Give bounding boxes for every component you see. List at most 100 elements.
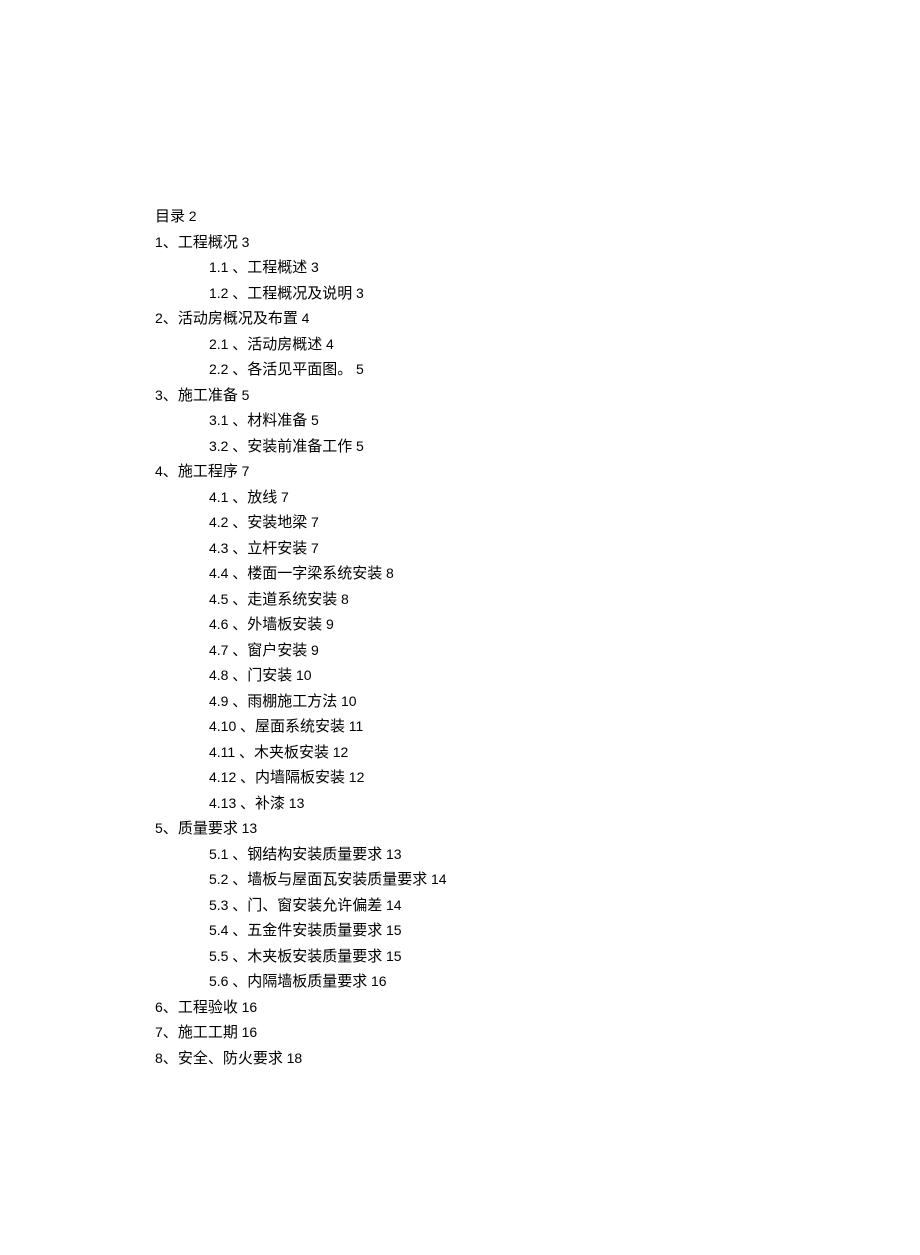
toc-subsection-number: 4.7 — [209, 642, 228, 658]
toc-page-number: 5 — [356, 361, 364, 377]
toc-page-number: 13 — [289, 795, 305, 811]
toc-line: 4.4 、楼面一字梁系统安装 8 — [155, 562, 920, 588]
toc-line: 3.1 、材料准备 5 — [155, 409, 920, 435]
toc-subsection-title: 安装地梁 — [247, 515, 307, 531]
toc-section-number: 2 — [155, 310, 163, 326]
toc-subsection-title: 走道系统安装 — [247, 592, 337, 608]
toc-page-number: 13 — [386, 846, 402, 862]
toc-line: 4.6 、外墙板安装 9 — [155, 613, 920, 639]
toc-line: 4.3 、立杆安装 7 — [155, 537, 920, 563]
toc-section-number: 8 — [155, 1050, 163, 1066]
toc-separator: 、 — [228, 872, 247, 888]
toc-section-number: 5 — [155, 820, 163, 836]
toc-line: 目录 2 — [155, 205, 920, 231]
toc-line: 4.5 、走道系统安装 8 — [155, 588, 920, 614]
toc-separator: 、 — [163, 821, 178, 837]
toc-separator: 、 — [163, 464, 178, 480]
toc-subsection-title: 木夹板安装质量要求 — [247, 949, 382, 965]
toc-line: 4.7 、窗户安装 9 — [155, 639, 920, 665]
toc-line: 4.8 、门安装 10 — [155, 664, 920, 690]
toc-separator: 、 — [228, 974, 247, 990]
toc-subsection-title: 外墙板安装 — [247, 617, 322, 633]
toc-page-number: 11 — [349, 718, 364, 734]
toc-separator: 、 — [228, 515, 247, 531]
toc-separator: 、 — [228, 566, 247, 582]
toc-page-number: 7 — [311, 514, 319, 530]
toc-line: 4.10 、屋面系统安装 11 — [155, 715, 920, 741]
toc-page-number: 13 — [242, 820, 258, 836]
toc-page-number: 2 — [189, 208, 197, 224]
toc-subsection-number: 2.2 — [209, 361, 228, 377]
toc-subsection-title: 工程概况及说明 — [247, 286, 352, 302]
toc-line: 1.2 、工程概况及说明 3 — [155, 282, 920, 308]
toc-line: 4.1 、放线 7 — [155, 486, 920, 512]
toc-section-title: 施工准备 — [178, 388, 238, 404]
toc-title-text: 目录 — [155, 209, 185, 225]
toc-separator: 、 — [228, 260, 247, 276]
toc-subsection-title: 活动房概述 — [247, 337, 322, 353]
toc-line: 4.11 、木夹板安装 12 — [155, 741, 920, 767]
toc-subsection-title: 门、窗安装允许偏差 — [247, 898, 382, 914]
toc-subsection-number: 4.11 — [209, 744, 235, 760]
toc-page-number: 4 — [302, 310, 310, 326]
toc-subsection-number: 4.13 — [209, 795, 236, 811]
toc-line: 3.2 、安装前准备工作 5 — [155, 435, 920, 461]
toc-subsection-number: 4.1 — [209, 489, 228, 505]
toc-line: 3、施工准备 5 — [155, 384, 920, 410]
toc-separator: 、 — [228, 439, 247, 455]
toc-subsection-number: 4.8 — [209, 667, 228, 683]
toc-page-number: 12 — [349, 769, 365, 785]
toc-line: 5、质量要求 13 — [155, 817, 920, 843]
toc-line: 5.3 、门、窗安装允许偏差 14 — [155, 894, 920, 920]
toc-line: 4.2 、安装地梁 7 — [155, 511, 920, 537]
toc-subsection-title: 放线 — [247, 490, 277, 506]
toc-separator: 、 — [228, 541, 247, 557]
toc-line: 8、安全、防火要求 18 — [155, 1047, 920, 1073]
toc-separator: 、 — [228, 286, 247, 302]
toc-line: 4、施工程序 7 — [155, 460, 920, 486]
toc-separator: 、 — [236, 770, 255, 786]
toc-subsection-number: 5.5 — [209, 948, 228, 964]
toc-page-number: 14 — [386, 897, 402, 913]
toc-subsection-title: 楼面一字梁系统安装 — [247, 566, 382, 582]
toc-line: 5.6 、内隔墙板质量要求 16 — [155, 970, 920, 996]
toc-separator: 、 — [228, 337, 247, 353]
toc-page-number: 5 — [242, 387, 250, 403]
toc-page-number: 4 — [326, 336, 334, 352]
toc-section-title: 施工程序 — [178, 464, 238, 480]
toc-subsection-number: 4.2 — [209, 514, 228, 530]
toc-section-title: 施工工期 — [178, 1025, 238, 1041]
toc-line: 1.1 、工程概述 3 — [155, 256, 920, 282]
toc-separator: 、 — [228, 847, 247, 863]
toc-subsection-title: 补漆 — [255, 796, 285, 812]
toc-subsection-title: 雨棚施工方法 — [247, 694, 337, 710]
toc-separator: 、 — [228, 490, 247, 506]
toc-page-number: 3 — [311, 259, 319, 275]
toc-subsection-title: 钢结构安装质量要求 — [247, 847, 382, 863]
toc-separator: 、 — [228, 592, 247, 608]
toc-section-number: 7 — [155, 1024, 163, 1040]
toc-separator: 、 — [163, 1000, 178, 1016]
toc-page-number: 7 — [242, 463, 250, 479]
toc-page-number: 15 — [386, 922, 402, 938]
toc-line: 7、施工工期 16 — [155, 1021, 920, 1047]
toc-section-title: 质量要求 — [178, 821, 238, 837]
toc-line: 2.1 、活动房概述 4 — [155, 333, 920, 359]
toc-subsection-number: 4.10 — [209, 718, 236, 734]
toc-page-number: 16 — [242, 1024, 258, 1040]
toc-line: 4.9 、雨棚施工方法 10 — [155, 690, 920, 716]
toc-subsection-title: 木夹板安装 — [254, 745, 329, 761]
toc-subsection-number: 3.2 — [209, 438, 228, 454]
toc-section-number: 1 — [155, 234, 163, 250]
toc-subsection-number: 3.1 — [209, 412, 228, 428]
toc-line: 6、工程验收 16 — [155, 996, 920, 1022]
toc-separator: 、 — [228, 617, 247, 633]
toc-subsection-title: 各活见平面图。 — [247, 362, 352, 378]
toc-section-title: 安全、防火要求 — [178, 1051, 283, 1067]
toc-page-number: 3 — [242, 234, 250, 250]
toc-subsection-number: 5.6 — [209, 973, 228, 989]
toc-page-number: 7 — [311, 540, 319, 556]
toc-subsection-number: 1.1 — [209, 259, 228, 275]
toc-page-number: 8 — [386, 565, 394, 581]
toc-subsection-title: 窗户安装 — [247, 643, 307, 659]
